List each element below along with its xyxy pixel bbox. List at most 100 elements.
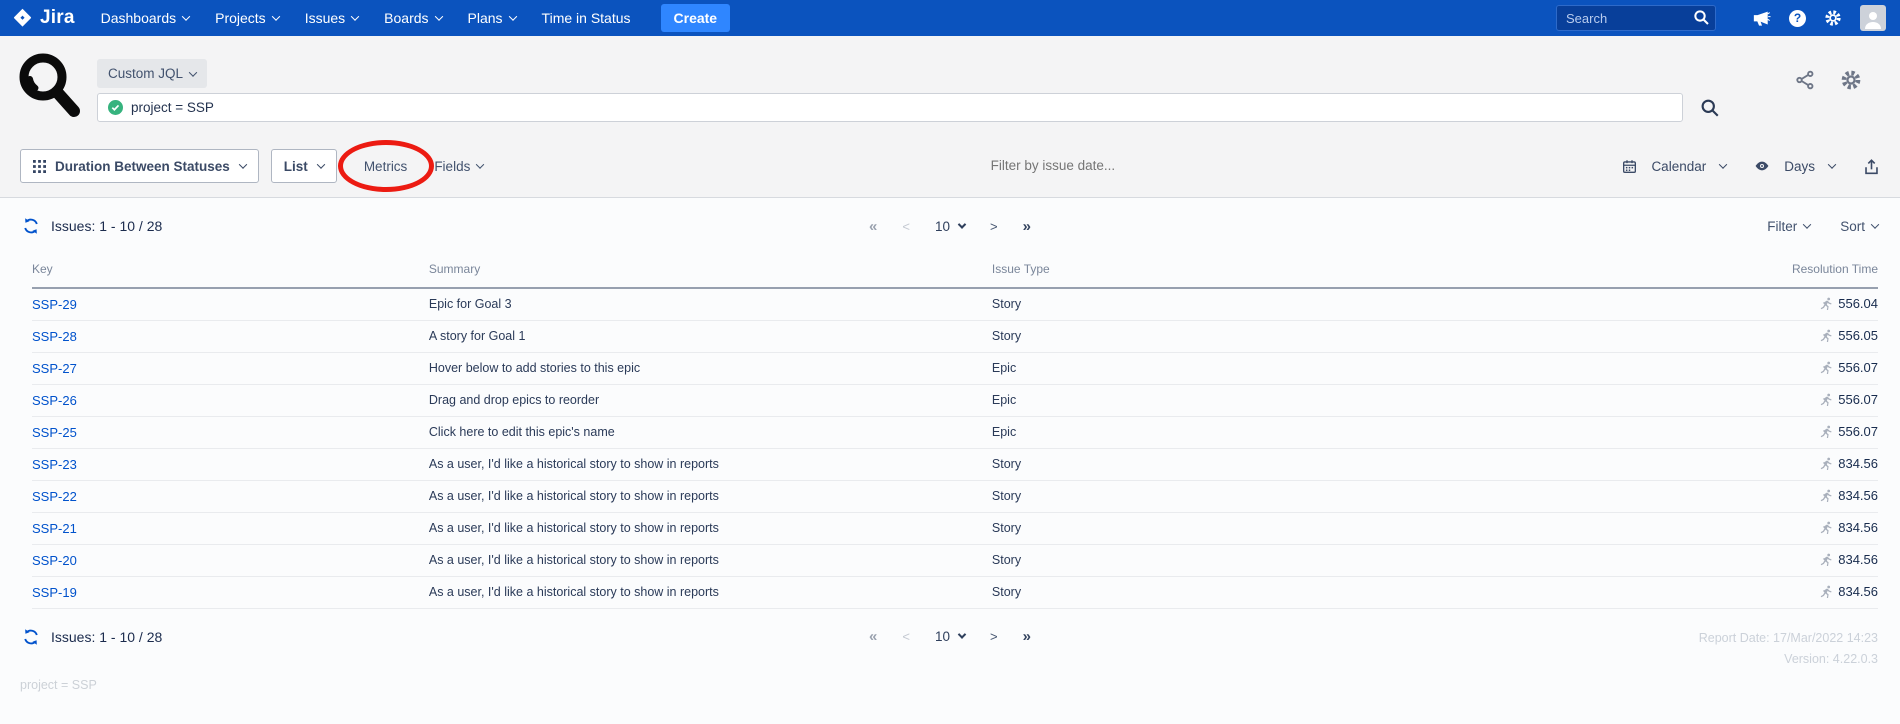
report-settings-gear-icon[interactable] <box>1840 69 1862 91</box>
issue-key-link[interactable]: SSP-28 <box>32 329 77 344</box>
table-header-row: Key Summary Issue Type Resolution Time <box>32 262 1878 288</box>
table-row: SSP-21 As a user, I'd like a historical … <box>32 512 1878 544</box>
issue-key-link[interactable]: SSP-23 <box>32 457 77 472</box>
issue-type: Story <box>992 288 1601 320</box>
issue-key-link[interactable]: SSP-29 <box>32 297 77 312</box>
nav-item-issues[interactable]: Issues <box>305 10 358 26</box>
issue-type: Epic <box>992 416 1601 448</box>
column-header-summary: Summary <box>429 262 992 288</box>
run-query-search-button[interactable] <box>1698 96 1722 120</box>
chevron-down-icon <box>1828 160 1836 168</box>
issue-key-link[interactable]: SSP-20 <box>32 553 77 568</box>
in-progress-runner-icon <box>1820 521 1833 534</box>
sort-dropdown[interactable]: Sort <box>1840 219 1878 234</box>
issue-summary: As a user, I'd like a historical story t… <box>429 480 992 512</box>
chevron-down-icon <box>508 12 516 20</box>
chevron-down-icon <box>351 12 359 20</box>
refresh-icon[interactable] <box>22 628 40 646</box>
page-size-dropdown[interactable]: 10 <box>935 219 965 234</box>
issue-type: Epic <box>992 352 1601 384</box>
issue-summary: As a user, I'd like a historical story t… <box>429 544 992 576</box>
settings-gear-icon[interactable] <box>1824 9 1842 27</box>
jql-query-text: project = SSP <box>131 100 214 115</box>
table-row: SSP-20 As a user, I'd like a historical … <box>32 544 1878 576</box>
issue-summary: Hover below to add stories to this epic <box>429 352 992 384</box>
issue-key-link[interactable]: SSP-21 <box>32 521 77 536</box>
first-page-button[interactable]: « <box>869 628 877 645</box>
issue-key-link[interactable]: SSP-26 <box>32 393 77 408</box>
fields-dropdown[interactable]: Fields <box>434 159 483 174</box>
query-section: Custom JQL project = SSP Duration Betwee… <box>0 36 1900 198</box>
resolution-time-value: 556.05 <box>1838 328 1878 343</box>
table-row: SSP-23 As a user, I'd like a historical … <box>32 448 1878 480</box>
table-row: SSP-29 Epic for Goal 3 Story 556.04 <box>32 288 1878 320</box>
chevron-down-icon <box>317 160 325 168</box>
create-button[interactable]: Create <box>661 4 731 32</box>
chevron-down-icon <box>239 160 247 168</box>
share-icon[interactable] <box>1794 69 1816 91</box>
in-progress-runner-icon <box>1820 425 1833 438</box>
metrics-tab[interactable]: Metrics <box>364 159 408 174</box>
query-echo: project = SSP <box>20 678 1900 692</box>
nav-item-projects[interactable]: Projects <box>215 10 279 26</box>
nav-item-boards[interactable]: Boards <box>384 10 441 26</box>
filter-dropdown[interactable]: Filter <box>1767 219 1810 234</box>
resolution-time-value: 834.56 <box>1838 456 1878 471</box>
jql-row: project = SSP <box>97 93 1722 122</box>
query-valid-check-icon <box>108 100 123 115</box>
issue-type: Epic <box>992 384 1601 416</box>
nav-search-input[interactable] <box>1556 5 1716 31</box>
column-header-resolution-time: Resolution Time <box>1601 262 1878 288</box>
issue-key-link[interactable]: SSP-27 <box>32 361 77 376</box>
last-page-button[interactable]: » <box>1023 628 1031 645</box>
report-type-dropdown[interactable]: Duration Between Statuses <box>20 149 259 183</box>
nav-search <box>1556 5 1716 31</box>
issue-key-link[interactable]: SSP-22 <box>32 489 77 504</box>
issue-date-filter-wrap <box>483 157 1622 175</box>
chevron-down-icon <box>1871 220 1879 228</box>
resolution-time-value: 556.04 <box>1838 296 1878 311</box>
issue-key-link[interactable]: SSP-19 <box>32 585 77 600</box>
jira-logo[interactable]: Jira <box>12 7 75 29</box>
issues-count: Issues: 1 - 10 / 28 <box>51 218 162 234</box>
refresh-icon[interactable] <box>22 217 40 235</box>
page-size-dropdown[interactable]: 10 <box>935 629 965 644</box>
calendar-dropdown[interactable]: Calendar <box>1622 159 1726 174</box>
next-page-button[interactable]: > <box>990 629 998 644</box>
issue-type: Story <box>992 544 1601 576</box>
view-mode-dropdown[interactable]: List <box>271 149 337 183</box>
export-icon[interactable] <box>1863 158 1880 175</box>
issue-type: Story <box>992 448 1601 480</box>
user-avatar[interactable] <box>1860 5 1886 31</box>
nav-item-time-in-status[interactable]: Time in Status <box>542 10 631 26</box>
nav-item-plans[interactable]: Plans <box>468 10 516 26</box>
issue-table: Key Summary Issue Type Resolution Time S… <box>32 262 1878 609</box>
jql-query-input[interactable]: project = SSP <box>97 93 1683 122</box>
announcements-icon[interactable] <box>1752 9 1771 28</box>
prev-page-button[interactable]: < <box>902 219 910 234</box>
time-unit-dropdown[interactable]: Days <box>1754 158 1835 174</box>
first-page-button[interactable]: « <box>869 218 877 235</box>
issue-summary: Drag and drop epics to reorder <box>429 384 992 416</box>
chevron-down-icon <box>958 630 966 638</box>
help-icon[interactable]: ? <box>1789 10 1806 27</box>
nav-item-dashboards[interactable]: Dashboards <box>101 10 190 26</box>
filter-sort-group: Filter Sort <box>1767 219 1878 234</box>
in-progress-runner-icon <box>1820 361 1833 374</box>
jira-logo-icon <box>12 8 33 29</box>
jql-mode-dropdown[interactable]: Custom JQL <box>97 59 207 88</box>
next-page-button[interactable]: > <box>990 219 998 234</box>
top-navbar: Jira Dashboards Projects Issues Boards P… <box>0 0 1900 36</box>
issue-summary: A story for Goal 1 <box>429 320 992 352</box>
issue-date-filter-input[interactable] <box>933 158 1173 173</box>
prev-page-button[interactable]: < <box>902 629 910 644</box>
table-row: SSP-26 Drag and drop epics to reorder Ep… <box>32 384 1878 416</box>
issue-key-link[interactable]: SSP-25 <box>32 425 77 440</box>
last-page-button[interactable]: » <box>1023 218 1031 235</box>
table-row: SSP-19 As a user, I'd like a historical … <box>32 576 1878 608</box>
grid-icon <box>33 160 46 173</box>
column-header-issue-type: Issue Type <box>992 262 1601 288</box>
report-actions <box>1794 69 1862 91</box>
results-bar: Issues: 1 - 10 / 28 « < 10 > » Filter So… <box>0 217 1900 235</box>
in-progress-runner-icon <box>1820 457 1833 470</box>
